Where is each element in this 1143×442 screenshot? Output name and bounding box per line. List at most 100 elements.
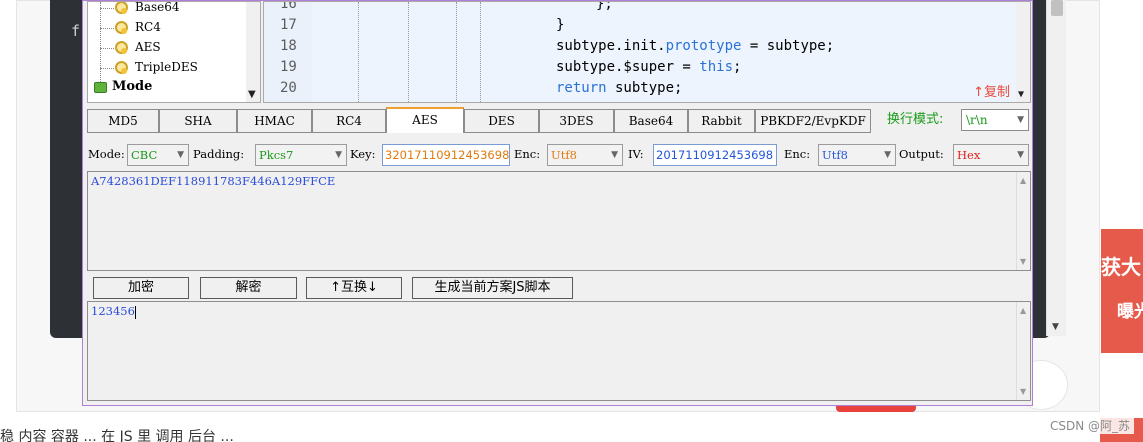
tree-item-label: TripleDES <box>135 60 198 74</box>
newline-mode-select[interactable]: \r\n ▼ <box>961 109 1029 131</box>
chevron-down-icon: ▼ <box>611 150 618 160</box>
background-code-glyph: f <box>71 22 81 40</box>
code-editor[interactable]: 16 16 }; 17 } 18 subtype.init.prototype … <box>263 1 1031 103</box>
result-text: A7428361DEF118911783F446A129FFCE <box>91 174 336 188</box>
algorithm-tabs: MD5 SHA HMAC RC4 AES DES 3DES Base64 Rab… <box>87 107 1031 133</box>
output-format-label: Output: <box>899 147 944 161</box>
copy-button[interactable]: ↑复制 <box>973 81 1010 100</box>
key-icon <box>114 41 128 55</box>
encrypt-button[interactable]: 加密 <box>93 277 189 299</box>
code-keyword: this <box>699 59 734 75</box>
scroll-down-icon[interactable]: ▼ <box>1020 387 1026 396</box>
output-format-select[interactable]: Hex ▼ <box>953 144 1029 166</box>
mode-value: CBC <box>131 148 158 162</box>
line-number: 18 <box>280 38 297 54</box>
indent-guide <box>358 2 359 102</box>
text-caret <box>134 305 136 319</box>
tab-md5[interactable]: MD5 <box>87 109 159 133</box>
input-textarea[interactable]: 123456 ▲ ▼ <box>87 301 1031 401</box>
folder-icon <box>94 82 107 93</box>
iv-encoding-select[interactable]: Utf8 ▼ <box>818 144 896 166</box>
padding-select[interactable]: Pkcs7 ▼ <box>255 144 347 166</box>
scroll-up-icon[interactable]: ▲ <box>1020 306 1026 315</box>
tab-pbkdf2-evpkdf[interactable]: PBKDF2/EvpKDF <box>755 109 871 133</box>
tab-rc4[interactable]: RC4 <box>312 109 386 133</box>
tab-base64[interactable]: Base64 <box>614 109 688 133</box>
line-number: 20 <box>280 80 297 96</box>
input-scrollbar[interactable]: ▲ ▼ <box>1016 302 1030 400</box>
line-number: 19 <box>280 59 297 75</box>
newline-mode-value: \r\n <box>966 113 988 127</box>
key-icon <box>114 61 128 75</box>
result-textarea[interactable]: A7428361DEF118911783F446A129FFCE ▲ ▼ <box>87 171 1031 271</box>
padding-value: Pkcs7 <box>259 148 294 162</box>
iv-label: IV: <box>628 147 644 161</box>
indent-guide <box>480 2 481 102</box>
tree-connector-line <box>100 2 101 82</box>
tree-item-label: Base64 <box>135 1 180 14</box>
code-token: subtype; <box>606 80 683 96</box>
result-scrollbar[interactable]: ▲ ▼ <box>1016 172 1030 270</box>
newline-mode-label: 换行模式: <box>887 112 944 127</box>
tree-item-label: AES <box>135 40 161 54</box>
iv-encoding-value: Utf8 <box>822 148 848 162</box>
code-token: subtype.$super = <box>556 59 700 75</box>
mode-select[interactable]: CBC ▼ <box>127 144 189 166</box>
mode-label: Mode: <box>88 147 125 161</box>
key-icon <box>114 2 128 15</box>
key-label: Key: <box>350 147 376 161</box>
tree-item-label: RC4 <box>135 20 161 34</box>
scroll-down-icon[interactable]: ▼ <box>1020 257 1026 266</box>
output-format-value: Hex <box>957 148 981 162</box>
key-value: 32017110912453698 <box>385 148 510 162</box>
algorithm-tree[interactable]: Base64 RC4 AES TripleDES Mode ▼ <box>87 1 261 103</box>
key-icon <box>114 21 128 35</box>
code-text: }; <box>596 1 613 12</box>
csdn-watermark: CSDN @阿_苏 <box>1046 417 1135 434</box>
code-text: subtype.init.prototype = subtype; <box>556 36 834 57</box>
tab-aes[interactable]: AES <box>386 107 464 133</box>
key-encoding-select[interactable]: Utf8 ▼ <box>547 144 623 166</box>
code-scrollbar[interactable]: ▼ <box>1016 2 1030 102</box>
tab-rabbit[interactable]: Rabbit <box>688 109 755 133</box>
background-bottom-text-strip: 稳 内容 容器 ... 在 JS 里 调用 后台 ... <box>0 424 1143 442</box>
code-keyword: prototype <box>665 38 742 54</box>
key-encoding-label: Enc: <box>514 147 541 161</box>
code-token: subtype.init. <box>556 38 666 54</box>
tree-folder-label: Mode <box>112 79 153 94</box>
tab-3des[interactable]: 3DES <box>539 109 614 133</box>
tab-hmac[interactable]: HMAC <box>237 109 312 133</box>
indent-guide <box>456 2 457 102</box>
tab-sha[interactable]: SHA <box>159 109 237 133</box>
code-keyword: return <box>556 80 607 96</box>
background-bottom-text: 稳 内容 容器 ... 在 JS 里 调用 后台 ... <box>0 429 234 442</box>
scroll-up-icon[interactable]: ▲ <box>1020 176 1026 185</box>
scroll-down-icon[interactable]: ▼ <box>1052 322 1059 332</box>
key-input[interactable]: 32017110912453698 <box>382 144 510 166</box>
code-token: = subtype; <box>741 38 835 54</box>
promo-banner[interactable]: 获大 曝光 <box>1101 229 1143 353</box>
tab-des[interactable]: DES <box>464 109 539 133</box>
key-encoding-value: Utf8 <box>551 148 577 162</box>
code-token: ; <box>733 59 742 75</box>
scroll-down-icon[interactable]: ▼ <box>248 89 256 100</box>
generate-script-button[interactable]: 生成当前方案JS脚本 <box>412 277 573 299</box>
tree-scrollbar[interactable]: ▼ <box>246 2 260 102</box>
chevron-down-icon: ▼ <box>177 150 184 160</box>
scroll-down-icon[interactable]: ▼ <box>1018 89 1024 100</box>
swap-button[interactable]: ↑互换↓ <box>306 277 402 299</box>
parameter-row: Mode: CBC ▼ Padding: Pkcs7 ▼ Key: 320171… <box>87 143 1031 167</box>
input-text: 123456 <box>91 304 135 318</box>
decrypt-button[interactable]: 解密 <box>200 277 297 299</box>
iv-input[interactable]: 2017110912453698 <box>653 144 777 166</box>
background-scrollbar-thumb[interactable] <box>1051 0 1063 16</box>
chevron-down-icon: ▼ <box>1017 115 1024 125</box>
iv-value: 2017110912453698 <box>656 148 774 162</box>
background-scrollbar[interactable]: ▼ <box>1046 0 1066 336</box>
chevron-down-icon: ▼ <box>884 150 891 160</box>
line-number: 17 <box>280 17 297 33</box>
crypto-tool-window: Base64 RC4 AES TripleDES Mode ▼ 16}; 17… <box>82 0 1033 406</box>
promo-line-1: 获大 <box>1101 255 1141 279</box>
line-number: 16 <box>280 1 297 12</box>
padding-label: Padding: <box>193 147 245 161</box>
